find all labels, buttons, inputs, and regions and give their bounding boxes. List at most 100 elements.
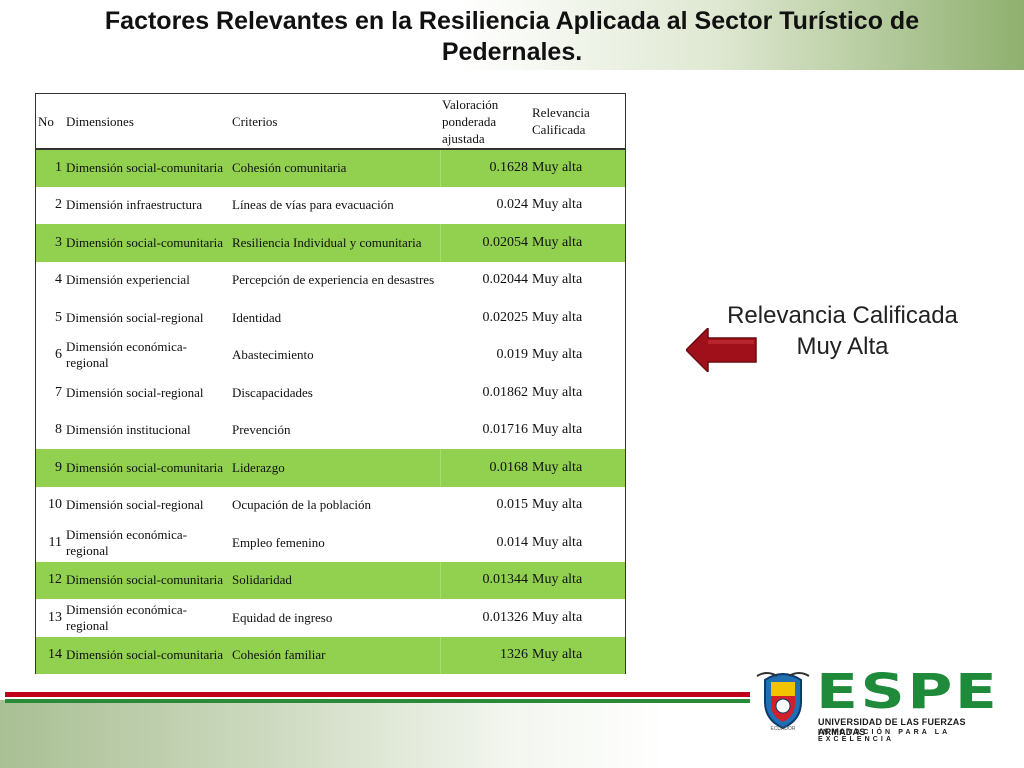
row-weighted-value: 0.1628 <box>439 149 530 187</box>
row-dimension: Dimensión infraestructura <box>66 197 203 213</box>
row-criterion: Cohesión comunitaria <box>230 149 440 187</box>
table-row: 10 Dimensión social-regional Ocupación de … <box>36 487 625 525</box>
row-number: 13 <box>48 609 62 625</box>
row-relevance: Muy alta <box>532 609 583 625</box>
row-number: 6 <box>55 347 62 363</box>
row-criterion: Abastecimiento <box>232 347 314 363</box>
row-dimension: Dimensión institucional <box>66 422 191 438</box>
row-number: 1 <box>36 149 64 187</box>
header-relevancia-line-2: Calificada <box>532 122 586 137</box>
row-relevance: Muy alta <box>532 272 583 288</box>
row-relevance: Muy alta <box>532 347 583 363</box>
row-criterion: Ocupación de la población <box>232 497 371 513</box>
table-row: 6 Dimensión económica-regional Abastecimie… <box>36 337 625 375</box>
row-number: 10 <box>48 497 62 513</box>
row-weighted-value: 0.01344 <box>439 561 530 599</box>
row-relevance: Muy alta <box>532 197 583 213</box>
row-criterion: Empleo femenino <box>232 534 325 550</box>
row-number: 14 <box>36 636 64 674</box>
row-number: 5 <box>55 309 62 325</box>
row-relevance: Muy alta <box>530 149 625 187</box>
logo-tagline: INNOVACIÓN PARA LA EXCELENCIA <box>818 729 951 743</box>
row-relevance: Muy alta <box>532 497 583 513</box>
table-row: 9 Dimensión social-comunitaria Liderazgo 0.… <box>36 449 625 487</box>
row-dimension: Dimensión social-comunitaria <box>64 449 230 487</box>
slide-title: Factores Relevantes en la Resiliencia Ap… <box>30 6 994 68</box>
table-row: 4 Dimensión experiencial Percepción de exp… <box>36 262 625 300</box>
row-weighted-value: 0.01862 <box>482 384 529 400</box>
row-relevance: Muy alta <box>532 309 583 325</box>
table-row: 7 Dimensión social-regional Discapacidades… <box>36 374 625 412</box>
row-dimension: Dimensión económica-regional <box>66 526 187 558</box>
row-relevance: Muy alta <box>530 636 625 674</box>
table-row: 8 Dimensión institucional Prevención 0.0171… <box>36 412 625 450</box>
header-no: No <box>36 94 64 150</box>
row-dimension: Dimensión experiencial <box>66 272 190 288</box>
factors-table-container: No Dimensiones Criterios Valoración pond… <box>35 93 626 674</box>
row-criterion: Resiliencia Individual y comunitaria <box>230 224 440 262</box>
row-number: 9 <box>36 449 64 487</box>
row-criterion: Prevención <box>232 422 291 438</box>
header-valoracion: Valoración ponderada ajustada <box>440 94 530 150</box>
row-dimension: Dimensión social-comunitaria <box>64 636 230 674</box>
header-dimensiones: Dimensiones <box>64 94 230 150</box>
relevance-callout-line-1: Relevancia Calificada <box>727 302 958 329</box>
table-row: 11 Dimensión económica-regional Empleo fem… <box>36 524 625 562</box>
row-weighted-value: 0.02044 <box>482 272 529 288</box>
footer-stripe-green <box>5 699 750 703</box>
row-relevance: Muy alta <box>530 224 625 262</box>
row-weighted-value: 0.01716 <box>482 422 529 438</box>
footer-stripe-red <box>5 692 750 697</box>
row-weighted-value: 0.014 <box>496 534 529 550</box>
row-number: 11 <box>48 534 62 550</box>
row-weighted-value: 1326 <box>439 636 530 674</box>
header-criterios: Criterios <box>230 94 440 150</box>
table-row: 1 Dimensión social-comunitaria Cohesión co… <box>36 149 625 187</box>
left-arrow-icon <box>686 328 757 372</box>
row-criterion: Solidaridad <box>230 561 440 599</box>
row-number: 12 <box>36 561 64 599</box>
row-weighted-value: 0.0168 <box>439 449 530 487</box>
row-criterion: Equidad de ingreso <box>232 609 333 625</box>
row-number: 2 <box>55 197 62 213</box>
table-row: 12 Dimensión social-comunitaria Solidarida… <box>36 561 625 599</box>
row-weighted-value: 0.019 <box>496 347 529 363</box>
row-dimension: Dimensión social-comunitaria <box>64 149 230 187</box>
espe-logo: ECUADOR ESPE UNIVERSIDAD DE LAS FUERZAS … <box>748 664 1008 764</box>
row-number: 7 <box>55 384 62 400</box>
row-dimension: Dimensión económica-regional <box>66 601 187 633</box>
row-relevance: Muy alta <box>532 384 583 400</box>
row-criterion: Percepción de experiencia en desastres <box>232 272 435 288</box>
row-weighted-value: 0.015 <box>496 497 529 513</box>
slide-title-line-2: Pedernales. <box>441 38 583 66</box>
row-weighted-value: 0.01326 <box>482 609 529 625</box>
row-number: 8 <box>55 422 62 438</box>
row-weighted-value: 0.024 <box>496 197 529 213</box>
row-dimension: Dimensión social-regional <box>66 384 204 400</box>
row-relevance: Muy alta <box>532 422 583 438</box>
row-number: 3 <box>36 224 64 262</box>
row-relevance: Muy alta <box>532 534 583 550</box>
header-valoracion-line-2: ponderada <box>442 113 497 129</box>
table-row: 2 Dimensión infraestructura Líneas de vías… <box>36 187 625 225</box>
row-criterion: Identidad <box>232 309 282 325</box>
logo-wordmark: ESPE <box>816 664 1000 720</box>
header-valoracion-line-3: ajustada <box>442 130 485 146</box>
crest-label: ECUADOR <box>770 726 796 732</box>
row-relevance: Muy alta <box>530 561 625 599</box>
slide-title-line-1: Factores Relevantes en la Resiliencia Ap… <box>104 7 920 35</box>
table-row: 3 Dimensión social-comunitaria Resiliencia… <box>36 224 625 262</box>
row-criterion: Discapacidades <box>232 384 313 400</box>
table-row: 13 Dimensión económica-regional Equidad de… <box>36 599 625 637</box>
header-relevancia-line-1: Relevancia <box>532 105 590 120</box>
table-row: 5 Dimensión social-regional Identidad 0.020… <box>36 299 625 337</box>
row-dimension: Dimensión social-comunitaria <box>64 224 230 262</box>
row-weighted-value: 0.02025 <box>482 309 529 325</box>
row-dimension: Dimensión social-regional <box>66 497 204 513</box>
row-relevance: Muy alta <box>530 449 625 487</box>
row-criterion: Cohesión familiar <box>230 636 440 674</box>
row-criterion: Líneas de vías para evacuación <box>232 197 394 213</box>
table-body: 1 Dimensión social-comunitaria Cohesión co… <box>36 149 625 674</box>
header-valoracion-line-1: Valoración <box>442 96 499 112</box>
header-relevancia: Relevancia Calificada <box>530 94 625 150</box>
